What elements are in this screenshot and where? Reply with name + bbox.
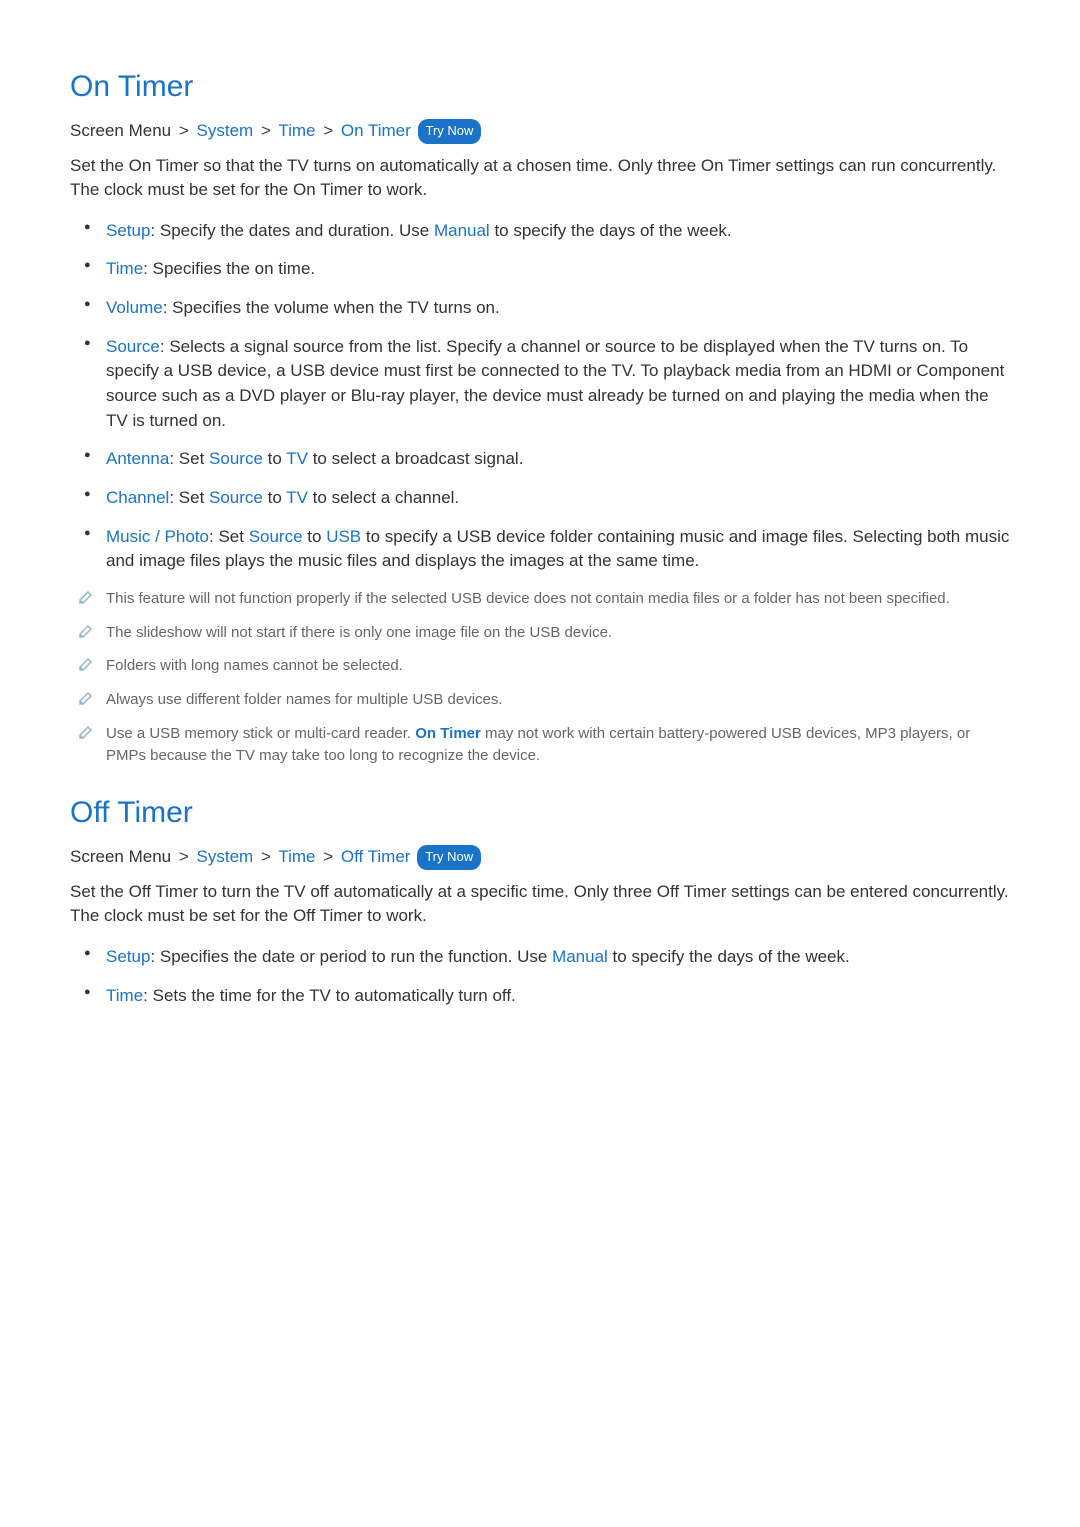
item-text: to [263, 449, 286, 468]
item-text: : Specifies the date or period to run th… [150, 947, 552, 966]
section-description: Set the Off Timer to turn the TV off aut… [70, 880, 1010, 929]
breadcrumb-part-system[interactable]: System [197, 121, 254, 140]
breadcrumb-off-timer: Screen Menu > System > Time > Off Timer … [70, 844, 1010, 870]
pencil-icon [78, 656, 94, 672]
breadcrumb-separator: > [261, 121, 271, 140]
item-text: : Set [169, 449, 209, 468]
breadcrumb-part-off-timer[interactable]: Off Timer [341, 847, 411, 866]
item-text: : Set [169, 488, 209, 507]
notes-list-on-timer: This feature will not function properly … [70, 588, 1010, 767]
breadcrumb-part-on-timer[interactable]: On Timer [341, 121, 411, 140]
note-text: Always use different folder names for mu… [106, 691, 503, 708]
item-text: to select a broadcast signal. [308, 449, 523, 468]
item-text: to [263, 488, 286, 507]
list-item: Antenna: Set Source to TV to select a br… [70, 447, 1010, 472]
try-now-badge[interactable]: Try Now [418, 119, 482, 144]
item-label: Setup [106, 221, 150, 240]
note-item: The slideshow will not start if there is… [70, 622, 1010, 644]
item-label: Setup [106, 947, 150, 966]
try-now-badge[interactable]: Try Now [417, 845, 481, 870]
section-description: Set the On Timer so that the TV turns on… [70, 154, 1010, 203]
item-text: to specify the days of the week. [608, 947, 850, 966]
note-text: Folders with long names cannot be select… [106, 657, 403, 674]
list-item: Time: Specifies the on time. [70, 257, 1010, 282]
note-text: Use a USB memory stick or multi-card rea… [106, 725, 415, 742]
item-label: Time [106, 986, 143, 1005]
breadcrumb-part-time[interactable]: Time [278, 847, 315, 866]
breadcrumb-separator: > [179, 847, 189, 866]
item-label: Channel [106, 488, 169, 507]
list-item: Setup: Specifies the date or period to r… [70, 945, 1010, 970]
item-label: Time [106, 259, 143, 278]
bullet-list-on-timer: Setup: Specify the dates and duration. U… [70, 219, 1010, 574]
item-inline-key: TV [286, 488, 308, 507]
note-item: This feature will not function properly … [70, 588, 1010, 610]
breadcrumb-on-timer: Screen Menu > System > Time > On Timer T… [70, 118, 1010, 144]
item-label: Music / Photo [106, 527, 209, 546]
item-text: : Specify the dates and duration. Use [150, 221, 434, 240]
breadcrumb-part-system[interactable]: System [197, 847, 254, 866]
section-title-on-timer: On Timer [70, 70, 1010, 104]
item-inline-key: Manual [434, 221, 490, 240]
item-inline-key: Source [249, 527, 303, 546]
item-inline-key: TV [286, 449, 308, 468]
pencil-icon [78, 724, 94, 740]
pencil-icon [78, 623, 94, 639]
list-item: Volume: Specifies the volume when the TV… [70, 296, 1010, 321]
breadcrumb-prefix: Screen Menu [70, 847, 171, 866]
item-label: Antenna [106, 449, 169, 468]
section-title-off-timer: Off Timer [70, 796, 1010, 830]
item-text: : Selects a signal source from the list.… [106, 337, 1004, 430]
breadcrumb-separator: > [179, 121, 189, 140]
item-inline-key: Source [209, 449, 263, 468]
item-inline-key: Source [209, 488, 263, 507]
note-text: The slideshow will not start if there is… [106, 624, 612, 641]
note-item: Folders with long names cannot be select… [70, 655, 1010, 677]
item-text: to specify the days of the week. [490, 221, 732, 240]
breadcrumb-separator: > [323, 121, 333, 140]
page: On Timer Screen Menu > System > Time > O… [0, 0, 1080, 1082]
list-item: Time: Sets the time for the TV to automa… [70, 984, 1010, 1009]
list-item: Source: Selects a signal source from the… [70, 335, 1010, 434]
item-text: : Specifies the on time. [143, 259, 315, 278]
list-item: Setup: Specify the dates and duration. U… [70, 219, 1010, 244]
item-inline-key: Manual [552, 947, 608, 966]
pencil-icon [78, 690, 94, 706]
breadcrumb-prefix: Screen Menu [70, 121, 171, 140]
item-text: : Specifies the volume when the TV turns… [163, 298, 500, 317]
item-text: : Sets the time for the TV to automatica… [143, 986, 516, 1005]
bullet-list-off-timer: Setup: Specifies the date or period to r… [70, 945, 1010, 1008]
note-text: This feature will not function properly … [106, 590, 950, 607]
item-label: Volume [106, 298, 163, 317]
item-text: to select a channel. [308, 488, 459, 507]
item-text: : Set [209, 527, 249, 546]
item-inline-key: USB [326, 527, 361, 546]
item-text: to [303, 527, 327, 546]
breadcrumb-separator: > [323, 847, 333, 866]
note-inline-key: On Timer [415, 725, 481, 742]
pencil-icon [78, 589, 94, 605]
list-item: Music / Photo: Set Source to USB to spec… [70, 525, 1010, 574]
breadcrumb-part-time[interactable]: Time [278, 121, 315, 140]
breadcrumb-separator: > [261, 847, 271, 866]
item-label: Source [106, 337, 160, 356]
note-item: Use a USB memory stick or multi-card rea… [70, 723, 1010, 767]
list-item: Channel: Set Source to TV to select a ch… [70, 486, 1010, 511]
note-item: Always use different folder names for mu… [70, 689, 1010, 711]
